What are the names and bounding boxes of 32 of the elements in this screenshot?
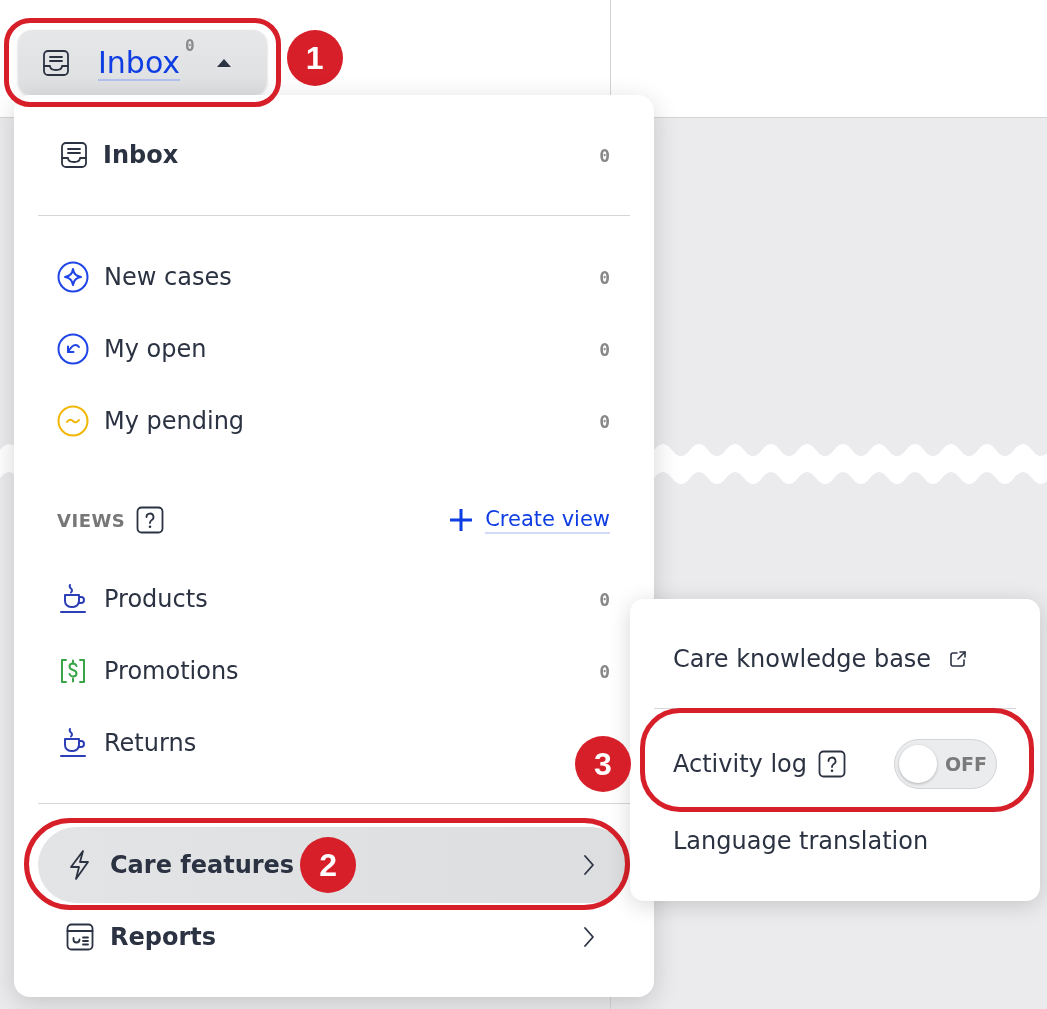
callout-number: 2 — [300, 837, 357, 893]
count-label: 0 — [185, 36, 195, 55]
menu-item[interactable]: Returns — [38, 707, 566, 779]
menu-item[interactable]: Reports — [38, 903, 630, 971]
help-icon[interactable] — [136, 506, 165, 534]
create-view-link[interactable]: Create view — [449, 506, 610, 534]
inbox-tray-icon — [60, 141, 88, 169]
menu-item[interactable]: My open 0 — [38, 313, 630, 385]
menu-item[interactable]: Promotions 0 — [38, 635, 630, 707]
menu-item[interactable]: Language translation — [654, 805, 1016, 877]
menu-item[interactable]: New cases 0 — [38, 241, 630, 313]
section-label: VIEWS — [57, 509, 126, 531]
setting-label: Activity log — [673, 750, 807, 778]
menu-item[interactable]: Inbox 0 — [38, 119, 630, 191]
count-label: 0 — [599, 660, 610, 682]
chevron-right-icon — [583, 854, 595, 876]
help-icon[interactable] — [817, 750, 846, 778]
count-label: 0 — [599, 144, 610, 166]
count-label: 0 — [599, 588, 610, 610]
count-label: 0 — [599, 338, 610, 360]
toggle-switch[interactable]: OFF — [894, 739, 997, 789]
report-icon — [66, 923, 94, 951]
menu-item[interactable]: Care knowledge base — [654, 623, 1016, 695]
menu-item[interactable]: My pending 0 — [38, 385, 630, 457]
plus-icon — [449, 508, 474, 532]
external-link-icon — [949, 650, 968, 668]
chevron-right-icon — [583, 926, 595, 948]
count-label: 0 — [599, 266, 610, 288]
callout-number: 1 — [286, 30, 343, 86]
count-label: 0 — [599, 410, 610, 432]
inbox-tray-icon — [42, 48, 70, 77]
menu-item[interactable]: Products 0 — [38, 563, 630, 635]
